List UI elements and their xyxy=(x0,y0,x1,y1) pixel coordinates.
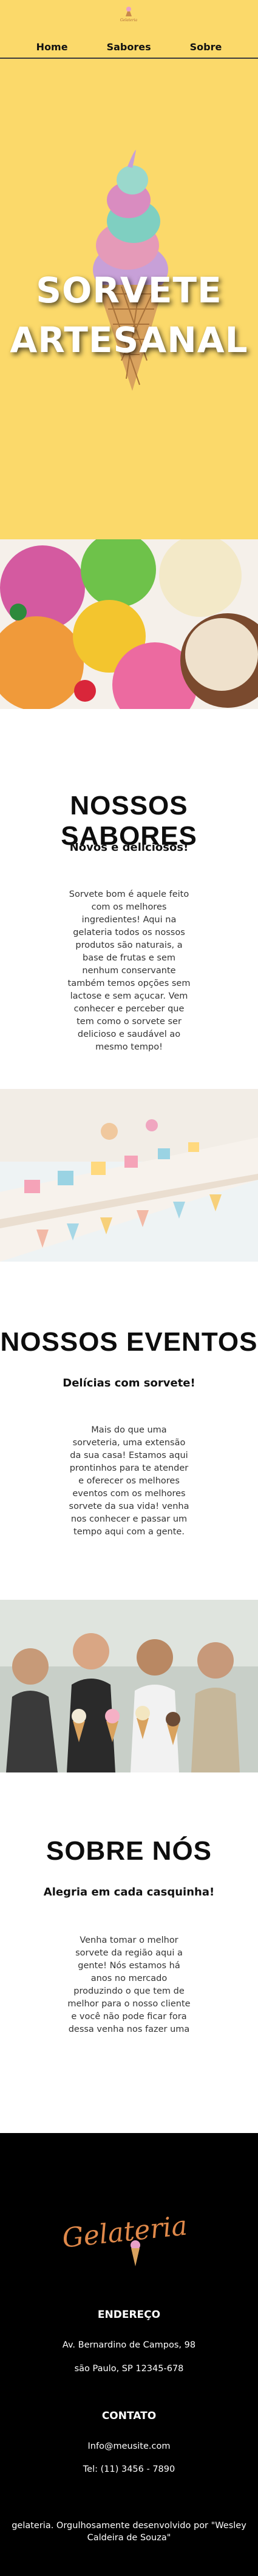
address-line-2: são Paulo, SP 12345-678 xyxy=(74,2364,184,2374)
sobre-title: SOBRE NÓS xyxy=(46,1836,212,1866)
gelateria-logo-icon: Gelateria xyxy=(64,2210,189,2266)
sobre-subtitle: Alegria em cada casquinha! xyxy=(43,1886,215,1899)
eventos-title: NOSSOS EVENTOS xyxy=(0,1327,258,1357)
header-bar: Gelateria Home Sabores Sobre xyxy=(0,0,258,59)
sabores-text: Sorvete bom é aquele feito com os melhor… xyxy=(67,890,191,1052)
svg-text:Gelateria: Gelateria xyxy=(120,18,138,22)
hero-title: SORVETE ARTESANAL xyxy=(0,265,258,365)
party-table-photo xyxy=(0,1089,258,1262)
address-line-1: Av. Bernardino de Campos, 98 xyxy=(62,2340,196,2350)
eventos-text: Mais do que uma sorveteria, uma extensão… xyxy=(69,1425,189,1537)
hero-title-line-2: ARTESANAL xyxy=(10,319,248,361)
contact-email[interactable]: Info@meusite.com xyxy=(0,2441,258,2451)
ice-cream-scoops-photo xyxy=(0,539,258,709)
friends-photo xyxy=(0,1600,258,1772)
footer: Gelateria ENDEREÇO Av. Bernardino de Cam… xyxy=(0,2133,258,2576)
main-nav: Home Sabores Sobre xyxy=(0,41,258,53)
svg-text:Gelateria: Gelateria xyxy=(64,2210,189,2254)
sabores-subtitle: Novos e deliciosos! xyxy=(69,841,189,854)
party-table-image xyxy=(0,1089,258,1262)
address-heading: ENDEREÇO xyxy=(97,2309,161,2321)
nav-home[interactable]: Home xyxy=(36,41,68,53)
eventos-subtitle: Delícias com sorvete! xyxy=(63,1377,195,1390)
contact-heading: CONTATO xyxy=(101,2410,157,2422)
hero-title-line-1: SORVETE xyxy=(36,270,222,311)
logo-icon[interactable]: Gelateria xyxy=(117,5,141,23)
sobre-text: Venha tomar o melhor sorvete da região a… xyxy=(67,1935,191,2034)
contact-phone[interactable]: Tel: (11) 3456 - 7890 xyxy=(0,2465,258,2474)
copyright-text: gelateria. Orgulhosamente desenvolvido p… xyxy=(12,2521,246,2543)
friends-image xyxy=(0,1600,258,1772)
ice-cream-scoops-image xyxy=(0,539,258,709)
nav-sabores[interactable]: Sabores xyxy=(107,41,151,53)
hero-section: Gelateria Home Sabores Sobre SORVETE ART… xyxy=(0,0,258,539)
nav-sobre[interactable]: Sobre xyxy=(190,41,222,53)
